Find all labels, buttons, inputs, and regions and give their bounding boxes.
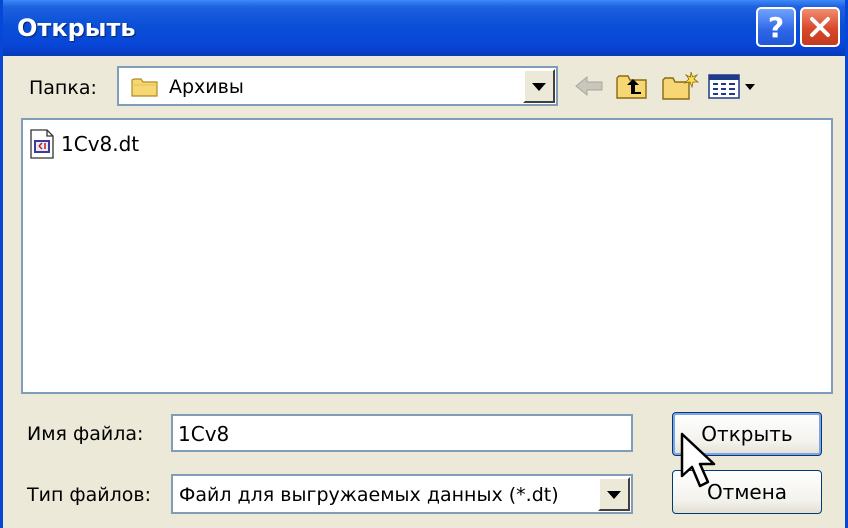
mouse-cursor-icon [680,432,716,488]
view-menu-icon[interactable] [707,70,757,102]
file-list[interactable]: 1Cv8.dt [21,118,833,394]
folder-dropdown-button[interactable] [523,69,555,103]
help-button[interactable]: ? [756,7,796,47]
window-title: Открыть [17,14,136,42]
close-button[interactable] [800,7,840,47]
filetype-dropdown-button[interactable] [598,477,630,511]
file-name: 1Cv8.dt [61,132,140,156]
filetype-select[interactable]: Файл для выгружаемых данных (*.dt) [171,474,633,514]
filetype-value: Файл для выгружаемых данных (*.dt) [179,484,559,506]
filename-input[interactable]: 1Cv8 [171,414,633,452]
new-folder-icon[interactable] [661,70,699,102]
folder-label: Папка: [29,77,97,99]
folder-icon [131,78,158,97]
open-file-dialog: Открыть ? Папка: Архивы 1Cv8.dt Имя файл… [0,0,848,528]
list-item[interactable]: 1Cv8.dt [29,128,139,160]
help-icon: ? [767,10,785,44]
back-arrow-icon[interactable] [572,70,606,102]
folder-current: Архивы [169,76,244,98]
title-bar[interactable]: Открыть ? [3,0,845,56]
filename-label: Имя файла: [27,423,144,445]
close-icon [810,17,830,37]
folder-select[interactable]: Архивы [117,66,558,106]
folder-up-icon[interactable] [615,70,649,102]
dt-file-icon [30,129,54,159]
filetype-label: Тип файлов: [27,484,152,506]
